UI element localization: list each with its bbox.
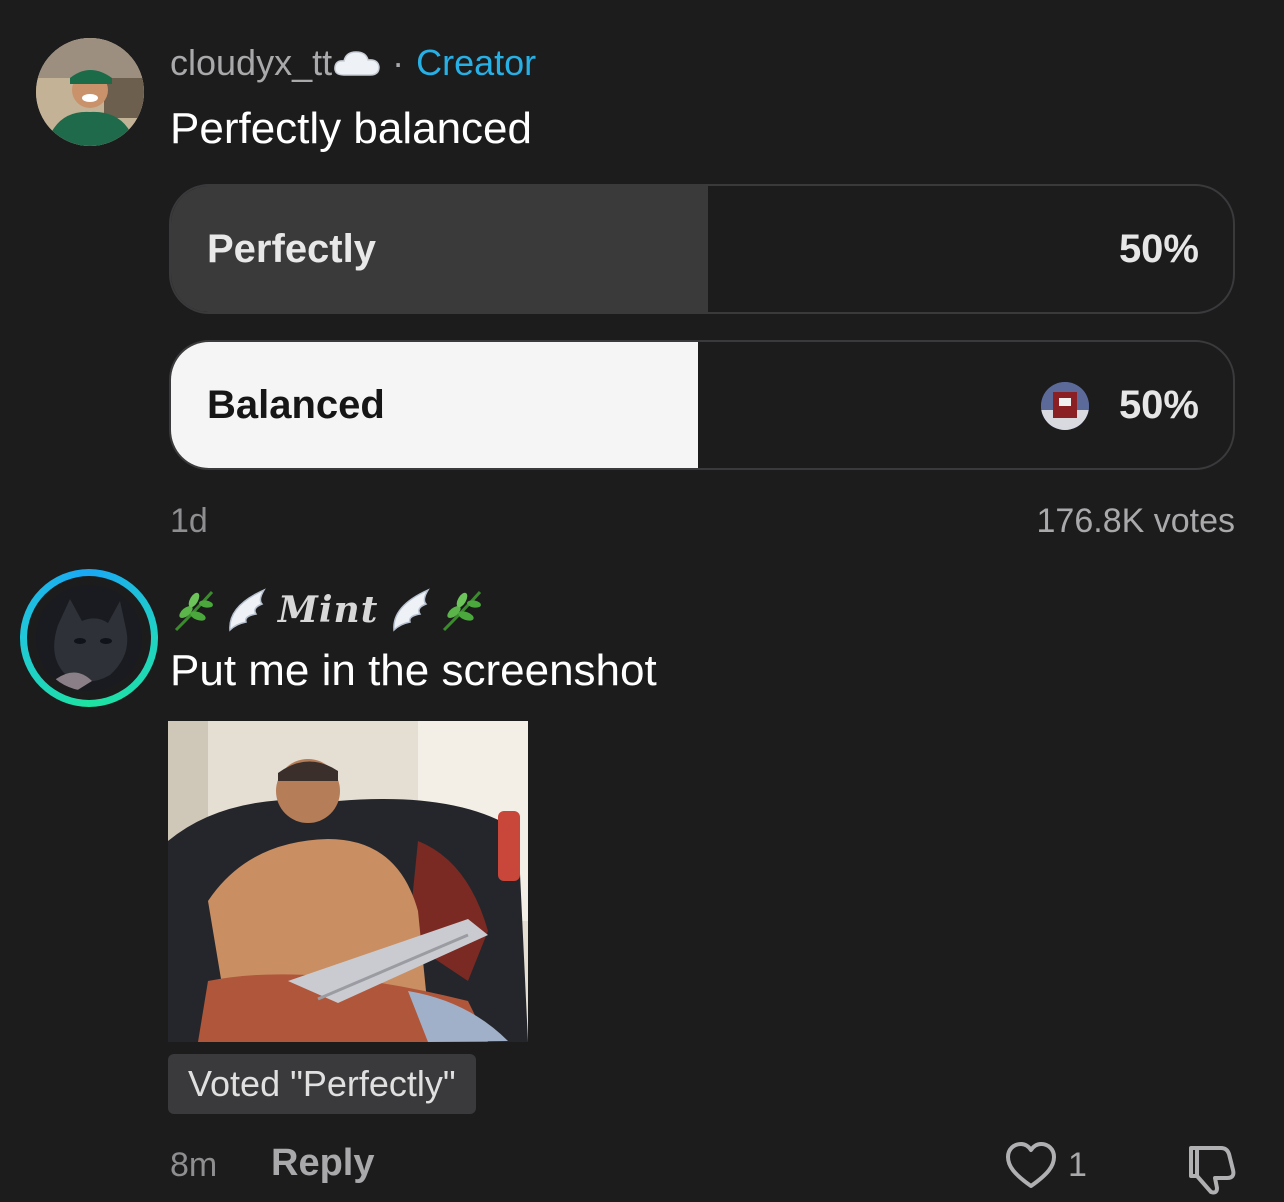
creator-avatar-photo (36, 38, 144, 146)
poll-option-percent: 50% (1118, 226, 1199, 271)
poll-option-label: Balanced (207, 382, 385, 427)
comment-age: 8m (170, 1146, 218, 1184)
comment-text: Put me in the screenshot (170, 646, 657, 695)
comment-photo (168, 721, 528, 1042)
cloud-icon (334, 51, 380, 76)
commenter-name-row[interactable]: Mint (170, 580, 486, 640)
heart-icon[interactable] (1004, 1140, 1058, 1192)
wing-icon (393, 588, 431, 632)
story-ring[interactable] (20, 569, 158, 707)
creator-avatar[interactable] (36, 38, 144, 146)
separator-dot: · (392, 42, 405, 83)
poll-author-row: cloudyx_tt · Creator (170, 40, 536, 86)
herb-icon (174, 590, 214, 632)
commenter-avatar (36, 585, 142, 691)
herb-icon (443, 590, 482, 632)
poll-option-percent: 50% (1118, 382, 1199, 427)
poll-option-perfectly[interactable]: Perfectly 50% (169, 184, 1235, 314)
author-username[interactable]: cloudyx_tt (170, 42, 332, 84)
comment-image[interactable] (168, 721, 528, 1042)
voted-badge: Voted "Perfectly" (168, 1054, 476, 1114)
vote-count: 176.8K votes (1036, 502, 1235, 540)
creator-badge: Creator (416, 42, 537, 83)
voter-avatar-image (1041, 382, 1089, 430)
poll-option-balanced[interactable]: Balanced 50% (169, 340, 1235, 470)
cat-avatar-photo (36, 585, 142, 691)
poll-title: Perfectly balanced (170, 104, 532, 153)
wing-icon (229, 588, 266, 632)
like-count: 1 (1068, 1146, 1087, 1184)
dislike-icon[interactable] (1183, 1140, 1239, 1196)
commenter-display-name: Mint (278, 589, 379, 631)
reply-button[interactable]: Reply (271, 1142, 374, 1185)
poll-option-label: Perfectly (207, 226, 376, 271)
voter-avatar (1041, 382, 1089, 430)
poll-age: 1d (170, 502, 208, 540)
